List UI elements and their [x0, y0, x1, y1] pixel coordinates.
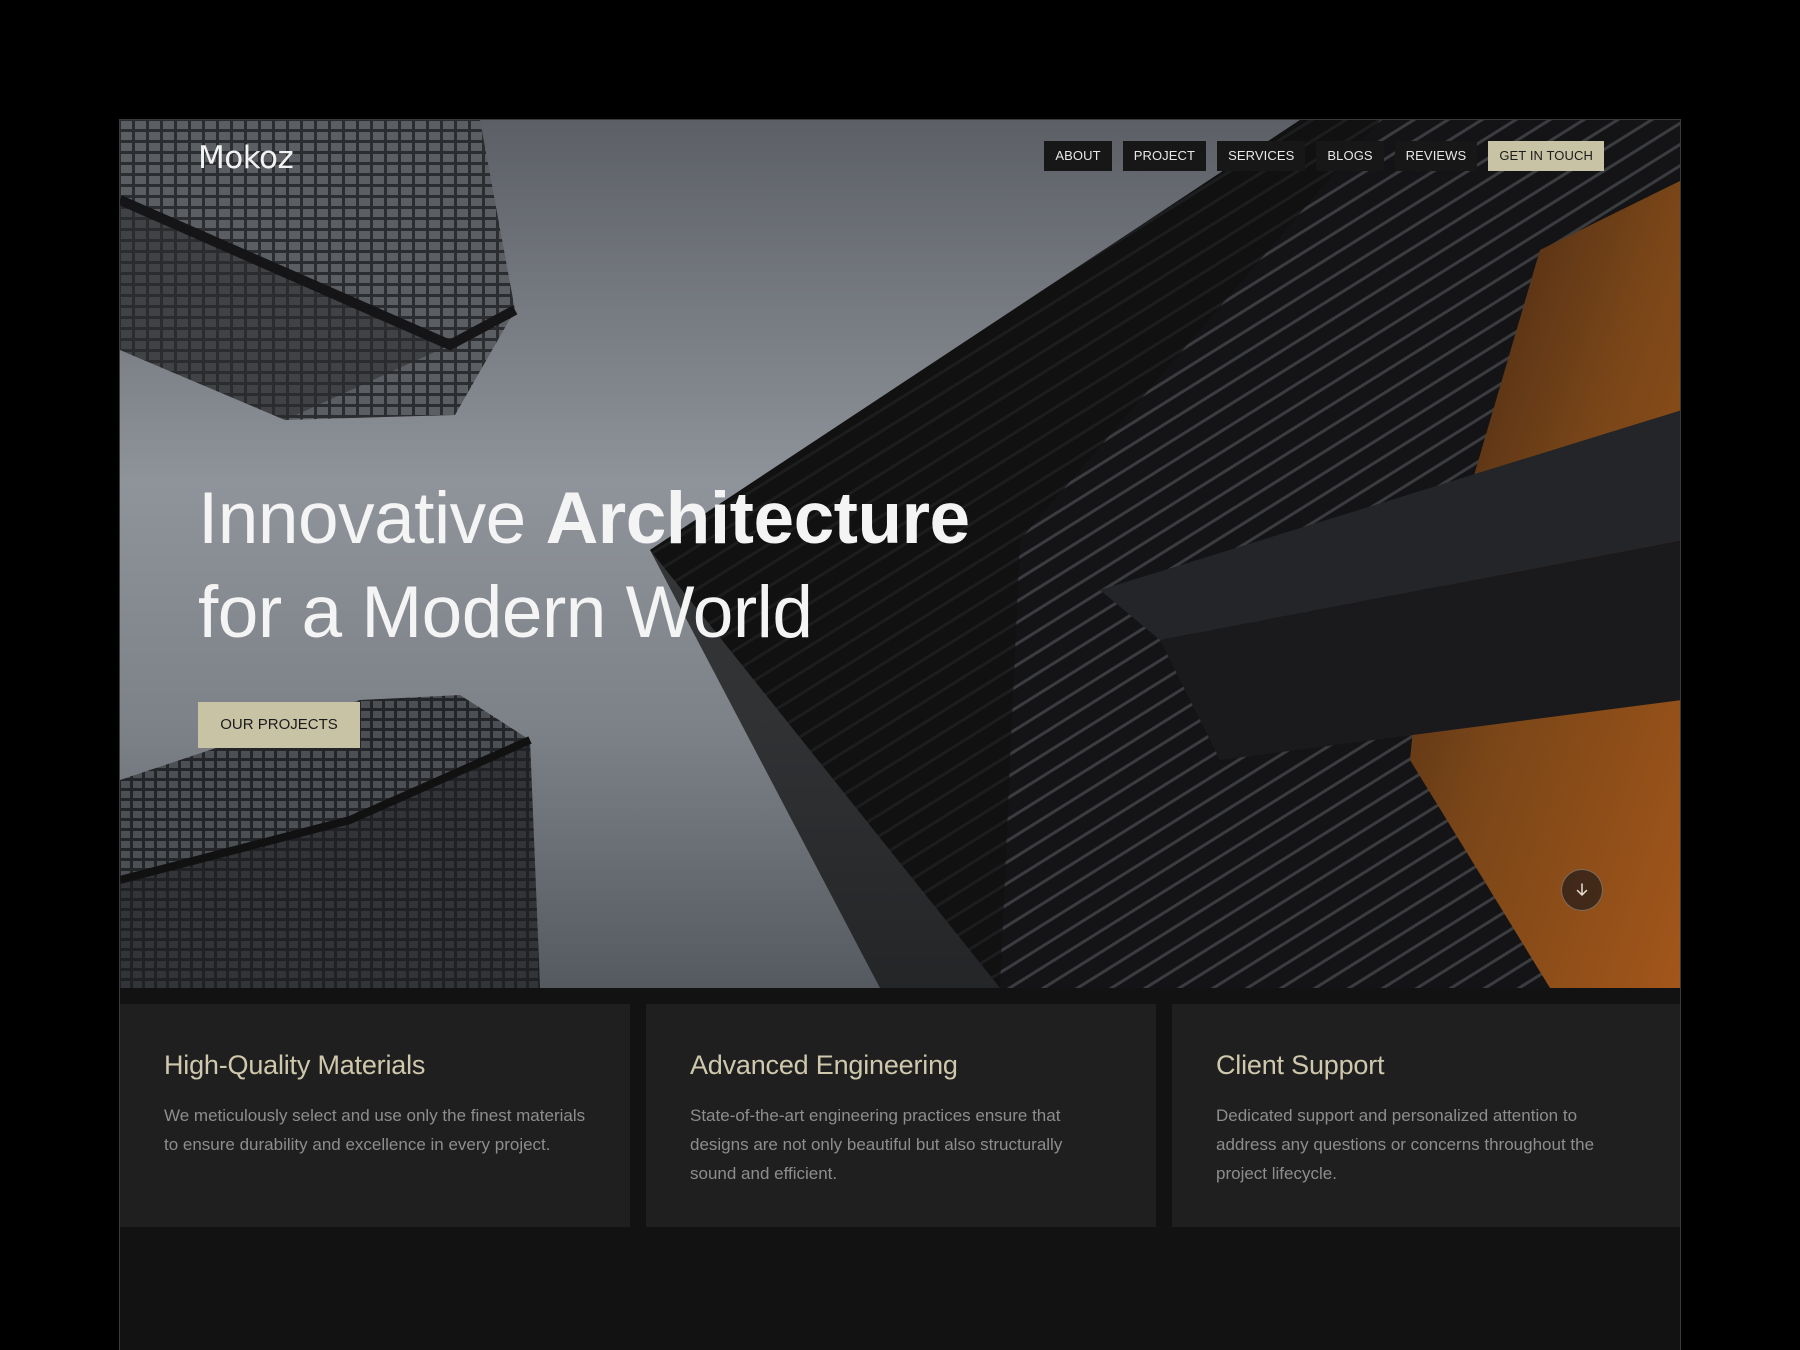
- feature-description: We meticulously select and use only the …: [164, 1106, 586, 1154]
- get-in-touch-button[interactable]: GET IN TOUCH: [1488, 141, 1604, 171]
- headline-bold: Architecture: [545, 478, 971, 559]
- feature-card: Client Support Dedicated support and per…: [1172, 1004, 1680, 1227]
- nav-item-about[interactable]: ABOUT: [1044, 141, 1112, 171]
- features-section: High-Quality Materials We meticulously s…: [120, 1004, 1680, 1227]
- feature-title: High-Quality Materials: [164, 1050, 426, 1080]
- feature-description: Dedicated support and personalized atten…: [1216, 1106, 1595, 1183]
- arrow-down-icon: [1576, 883, 1588, 896]
- headline-line-2: for a Modern World: [198, 572, 813, 653]
- feature-description: State-of-the-art engineering practices e…: [690, 1106, 1063, 1183]
- brand-logo[interactable]: Mokoz: [198, 140, 294, 176]
- feature-card: High-Quality Materials We meticulously s…: [120, 1004, 630, 1227]
- scroll-down-button[interactable]: [1561, 869, 1603, 911]
- headline-regular: Innovative: [198, 478, 546, 559]
- page-frame: Mokoz ABOUT PROJECT SERVICES BLOGS REVIE…: [119, 119, 1681, 1350]
- nav-item-blogs[interactable]: BLOGS: [1316, 141, 1384, 171]
- nav-item-project[interactable]: PROJECT: [1122, 141, 1207, 171]
- top-navigation: ABOUT PROJECT SERVICES BLOGS REVIEWS GET…: [1044, 141, 1604, 171]
- feature-card: Advanced Engineering State-of-the-art en…: [646, 1004, 1156, 1227]
- hero-headline: Innovative Architecture for a Modern Wor…: [198, 472, 970, 660]
- nav-item-services[interactable]: SERVICES: [1217, 141, 1306, 171]
- our-projects-button[interactable]: OUR PROJECTS: [198, 702, 360, 748]
- hero-section: Mokoz ABOUT PROJECT SERVICES BLOGS REVIE…: [120, 120, 1680, 988]
- feature-title: Advanced Engineering: [690, 1050, 958, 1080]
- feature-title: Client Support: [1216, 1050, 1385, 1080]
- nav-item-reviews[interactable]: REVIEWS: [1394, 141, 1478, 171]
